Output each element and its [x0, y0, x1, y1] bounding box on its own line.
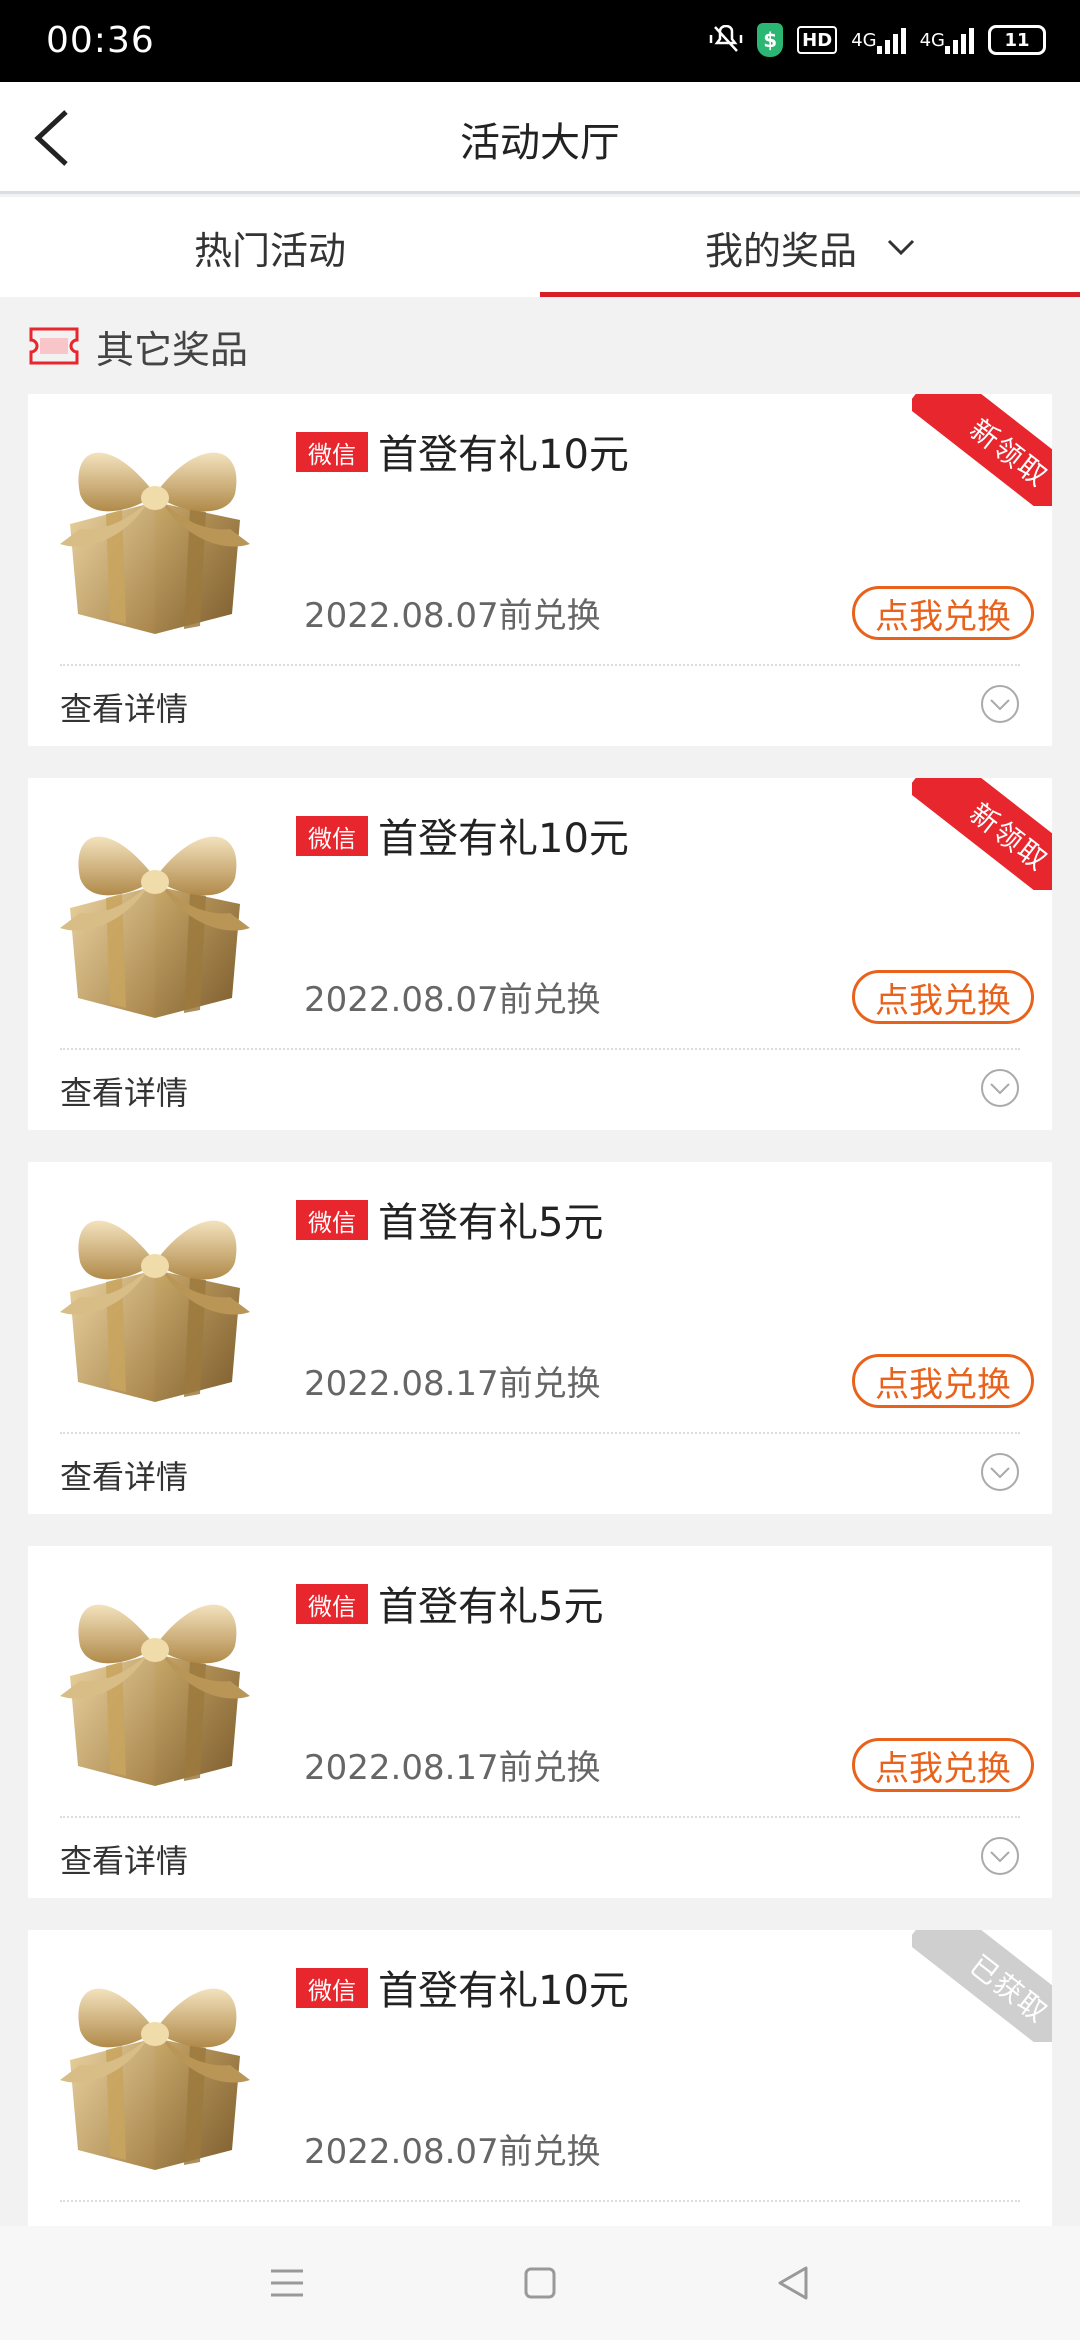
- ribbon-label: 新领取: [912, 778, 1052, 890]
- chevron-down-circle-icon[interactable]: [980, 1068, 1020, 1108]
- system-nav-bar: [0, 2226, 1080, 2340]
- back-button-system[interactable]: [771, 2261, 815, 2305]
- status-bar: 00:36 $ HD 4G 4G 11: [0, 0, 1080, 82]
- gift-image: [50, 1182, 260, 1412]
- menu-button[interactable]: [265, 2261, 309, 2305]
- wechat-tag: 微信: [296, 1968, 368, 2008]
- redeem-button[interactable]: 点我兑换: [852, 1738, 1034, 1792]
- gift-image: [50, 414, 260, 644]
- redeem-button[interactable]: 点我兑换: [852, 586, 1034, 640]
- status-ribbon: 已获取: [912, 1930, 1052, 2042]
- divider: [60, 2200, 1020, 2202]
- ribbon-label: 已获取: [912, 1930, 1052, 2042]
- wechat-tag: 微信: [296, 1584, 368, 1624]
- prize-card: 微信 首登有礼5元 2022.08.17前兑换 点我兑换 查看详情: [28, 1162, 1052, 1514]
- divider: [60, 1816, 1020, 1818]
- divider: [60, 1432, 1020, 1434]
- view-details-link[interactable]: 查看详情: [60, 1068, 188, 1114]
- ribbon-label: 新领取: [912, 394, 1052, 506]
- divider: [60, 664, 1020, 666]
- wechat-tag: 微信: [296, 816, 368, 856]
- shield-icon: $: [757, 23, 784, 57]
- chevron-down-circle-icon[interactable]: [980, 684, 1020, 724]
- prize-title: 首登有礼10元: [378, 816, 629, 862]
- chevron-down-icon[interactable]: [887, 239, 915, 255]
- back-triangle-icon: [778, 2266, 808, 2300]
- ticket-icon: [29, 327, 79, 365]
- view-details-link[interactable]: 查看详情: [60, 1836, 188, 1882]
- expiry-date: 2022.08.07前兑换: [304, 980, 601, 1020]
- tab-bar: 热门活动 我的奖品: [0, 197, 1080, 297]
- prize-card: 微信 首登有礼5元 2022.08.17前兑换 点我兑换 查看详情: [28, 1546, 1052, 1898]
- gift-image: [50, 798, 260, 1028]
- hd-icon: HD: [797, 26, 838, 54]
- prize-title: 首登有礼10元: [378, 432, 629, 478]
- prize-title: 首登有礼10元: [378, 1968, 629, 2014]
- status-ribbon: 新领取: [912, 778, 1052, 890]
- home-button[interactable]: [518, 2261, 562, 2305]
- chevron-down-circle-icon[interactable]: [980, 1836, 1020, 1876]
- home-square-icon: [524, 2267, 556, 2299]
- view-details-link[interactable]: 查看详情: [60, 684, 188, 730]
- status-ribbon: 新领取: [912, 394, 1052, 506]
- gift-image: [50, 1566, 260, 1796]
- battery-icon: 11: [988, 25, 1046, 55]
- section-title: 其它奖品: [96, 327, 249, 372]
- signal-4g-icon: 4G: [920, 23, 974, 57]
- expiry-date: 2022.08.07前兑换: [304, 596, 601, 636]
- wechat-tag: 微信: [296, 432, 368, 472]
- view-details-link[interactable]: 查看详情: [60, 1452, 188, 1498]
- wechat-tag: 微信: [296, 1200, 368, 1240]
- prize-card: 微信 首登有礼10元 2022.08.07前兑换 点我兑换 查看详情 新领取: [28, 778, 1052, 1130]
- redeem-button[interactable]: 点我兑换: [852, 970, 1034, 1024]
- tab-my-prizes[interactable]: 我的奖品: [540, 197, 1080, 297]
- redeem-button[interactable]: 点我兑换: [852, 1354, 1034, 1408]
- prize-title: 首登有礼5元: [378, 1200, 604, 1246]
- section-header: 其它奖品: [28, 318, 248, 374]
- app-header: 活动大厅: [0, 82, 1080, 194]
- status-icons: $ HD 4G 4G 11: [709, 22, 1046, 58]
- signal-4g-icon: 4G: [851, 23, 906, 57]
- divider: [60, 1048, 1020, 1050]
- mute-vibrate-icon: [709, 23, 743, 57]
- expiry-date: 2022.08.17前兑换: [304, 1364, 601, 1404]
- expiry-date: 2022.08.17前兑换: [304, 1748, 601, 1788]
- page-title: 活动大厅: [460, 120, 620, 166]
- expiry-date: 2022.08.07前兑换: [304, 2132, 601, 2172]
- status-time: 00:36: [46, 20, 155, 61]
- tab-label: 热门活动: [193, 228, 346, 273]
- gift-image: [50, 1950, 260, 2180]
- tab-hot-activities[interactable]: 热门活动: [0, 197, 540, 297]
- prize-card: 微信 首登有礼10元 2022.08.07前兑换 点我兑换 查看详情 新领取: [28, 394, 1052, 746]
- prize-title: 首登有礼5元: [378, 1584, 604, 1630]
- chevron-down-circle-icon[interactable]: [980, 1452, 1020, 1492]
- tab-label: 我的奖品: [704, 228, 857, 273]
- menu-icon: [270, 2269, 303, 2297]
